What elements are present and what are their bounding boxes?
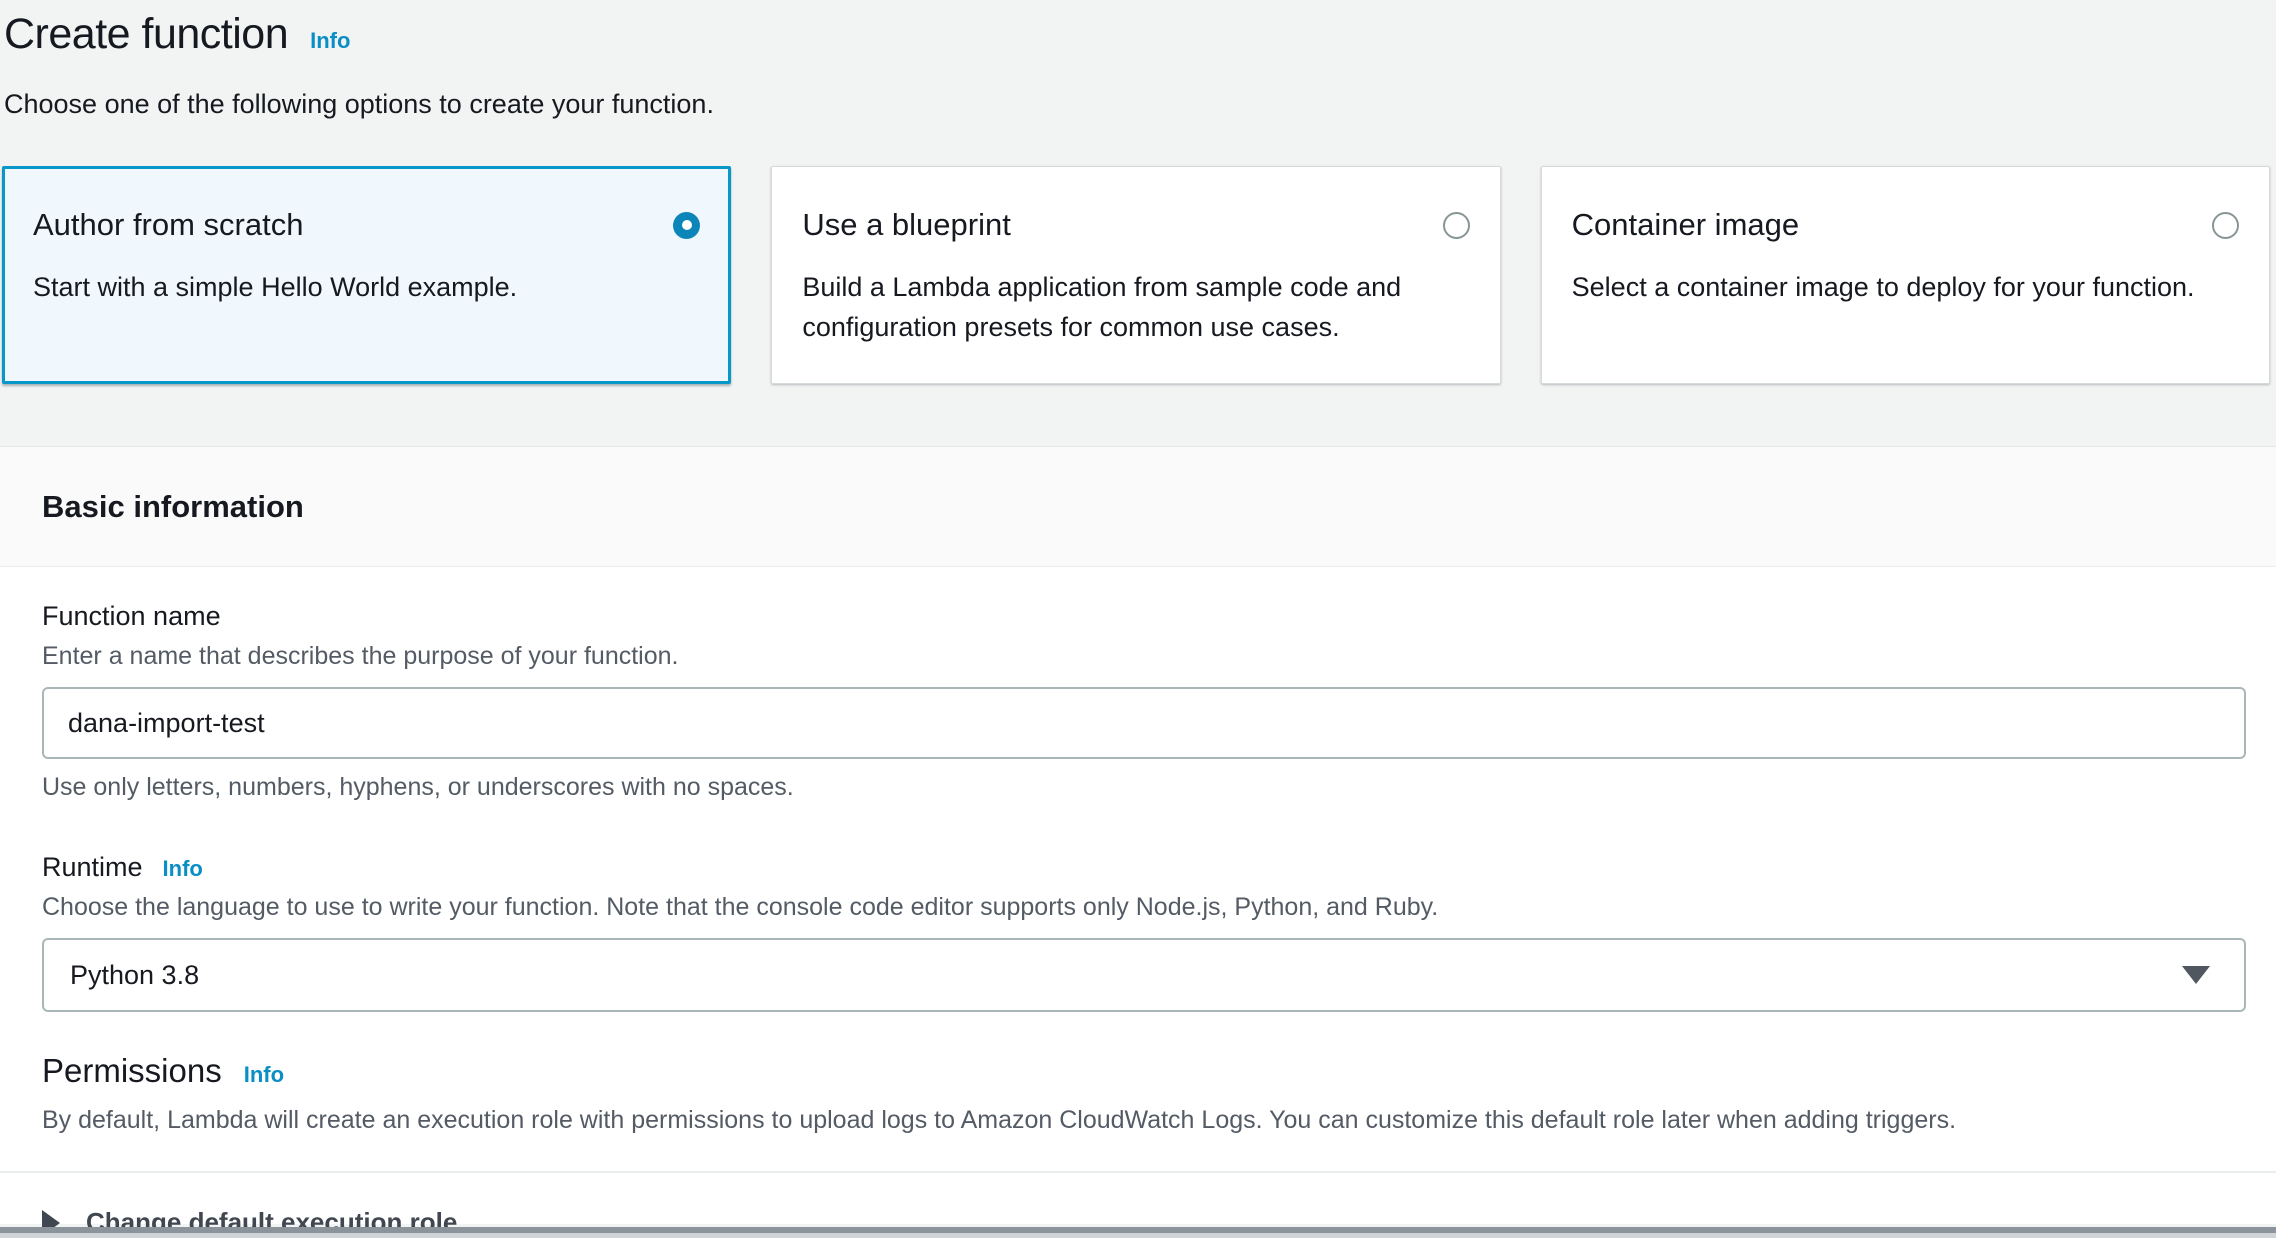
function-name-input[interactable] — [42, 687, 2246, 759]
page-header: Create function Info Choose one of the f… — [0, 0, 2276, 120]
creation-option-cards: Author from scratch Start with a simple … — [2, 166, 2270, 384]
page-title: Create function — [4, 10, 288, 59]
runtime-select[interactable]: Python 3.8 — [42, 938, 2246, 1012]
card-description: Start with a simple Hello World example. — [33, 267, 700, 307]
permissions-section: Permissions Info — [42, 1052, 2246, 1090]
card-container-image[interactable]: Container image Select a container image… — [1541, 166, 2270, 384]
runtime-description: Choose the language to use to write your… — [42, 893, 2246, 922]
runtime-selected-value: Python 3.8 — [70, 960, 199, 991]
permissions-title: Permissions — [42, 1052, 222, 1090]
card-use-a-blueprint[interactable]: Use a blueprint Build a Lambda applicati… — [771, 166, 1500, 384]
card-title: Container image — [1572, 207, 1799, 243]
radio-container-image-icon[interactable] — [2212, 212, 2239, 239]
permissions-info-link[interactable]: Info — [244, 1062, 284, 1088]
basic-information-header: Basic information — [0, 447, 2276, 567]
runtime-info-link[interactable]: Info — [163, 856, 203, 882]
card-title: Author from scratch — [33, 207, 303, 243]
card-title: Use a blueprint — [802, 207, 1011, 243]
page-title-info-link[interactable]: Info — [310, 28, 350, 54]
function-name-constraint: Use only letters, numbers, hyphens, or u… — [42, 773, 2246, 802]
function-name-label: Function name — [42, 601, 2246, 632]
page-subtitle: Choose one of the following options to c… — [4, 89, 2276, 120]
card-description: Build a Lambda application from sample c… — [802, 267, 1469, 347]
dropdown-arrow-icon — [2182, 966, 2210, 984]
function-name-field-group: Function name Enter a name that describe… — [42, 601, 2246, 802]
basic-information-panel: Basic information Function name Enter a … — [0, 446, 2276, 1224]
function-name-description: Enter a name that describes the purpose … — [42, 642, 2246, 671]
permissions-description: By default, Lambda will create an execut… — [42, 1106, 2246, 1135]
basic-information-title: Basic information — [42, 489, 304, 525]
runtime-field-group: Runtime Info Choose the language to use … — [42, 852, 2246, 1012]
radio-author-from-scratch-checked-icon[interactable] — [673, 212, 700, 239]
section-divider — [0, 1171, 2276, 1173]
radio-use-a-blueprint-icon[interactable] — [1443, 212, 1470, 239]
card-author-from-scratch[interactable]: Author from scratch Start with a simple … — [2, 166, 731, 384]
runtime-label: Runtime — [42, 852, 143, 883]
card-description: Select a container image to deploy for y… — [1572, 267, 2239, 307]
bottom-edge-bar — [0, 1227, 2276, 1238]
